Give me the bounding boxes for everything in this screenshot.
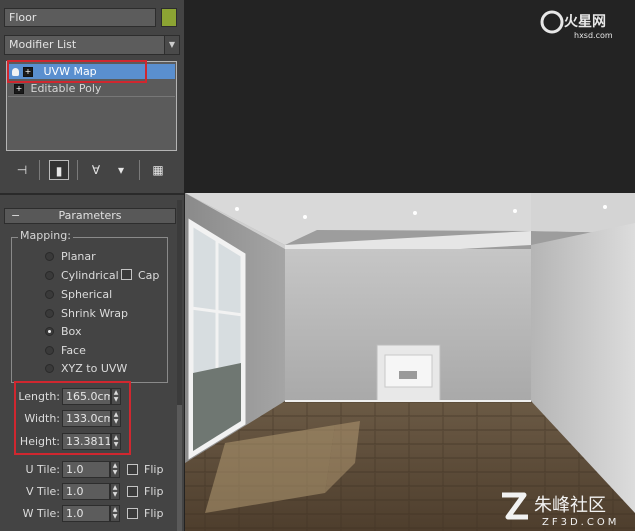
- panel-scrollbar-thumb[interactable]: [177, 405, 182, 531]
- v-tile-label: V Tile:: [26, 485, 60, 498]
- parameters-rollout-header[interactable]: − Parameters: [4, 208, 176, 224]
- window: [188, 218, 246, 460]
- hxsd-logo-text: 火星网: [564, 14, 606, 30]
- stack-toolbar: ⊣ ▮ ∀ ▾ ▦: [0, 156, 184, 184]
- rollout-title: Parameters: [58, 209, 122, 222]
- radio-label-cylindrical: Cylindrical: [61, 269, 119, 282]
- toolbar-divider: [77, 160, 78, 180]
- make-unique-icon[interactable]: ∀: [86, 160, 106, 180]
- pin-stack-icon[interactable]: ⊣: [12, 160, 32, 180]
- object-name-field[interactable]: Floor: [4, 8, 156, 27]
- toolbar-divider: [39, 160, 40, 180]
- w-tile-spinner[interactable]: ▲ ▼: [110, 505, 120, 522]
- w-flip-label: Flip: [144, 507, 164, 520]
- stack-item-label: Editable Poly: [30, 82, 102, 95]
- modifier-list-label: Modifier List: [9, 38, 77, 51]
- stack-item-editable-poly[interactable]: + Editable Poly: [8, 81, 175, 97]
- w-tile-label: W Tile:: [22, 507, 60, 520]
- radio-spherical[interactable]: [45, 290, 54, 299]
- object-color-swatch[interactable]: [161, 8, 177, 27]
- room-scene: [185, 193, 635, 531]
- radio-xyz-to-uvw[interactable]: [45, 364, 54, 373]
- show-end-result-icon[interactable]: ▮: [49, 160, 69, 180]
- v-tile-spinner[interactable]: ▲ ▼: [110, 483, 120, 500]
- radio-label-box: Box: [61, 325, 82, 338]
- chevron-down-icon[interactable]: ▼: [164, 36, 179, 54]
- expand-plus-icon[interactable]: +: [14, 83, 24, 94]
- radio-label-planar: Planar: [61, 250, 96, 263]
- toolbar-divider: [139, 160, 140, 180]
- remove-modifier-icon[interactable]: ▾: [111, 160, 131, 180]
- u-tile-spinner[interactable]: ▲ ▼: [110, 461, 120, 478]
- v-flip-checkbox[interactable]: [127, 486, 138, 497]
- v-tile-field[interactable]: 1.0: [62, 483, 110, 500]
- radio-label-xyz-to-uvw: XYZ to UVW: [61, 362, 128, 375]
- render-viewport[interactable]: [185, 193, 635, 531]
- radio-box[interactable]: [45, 327, 54, 336]
- cap-label: Cap: [138, 269, 160, 282]
- radio-cylindrical[interactable]: [45, 271, 54, 280]
- radio-face[interactable]: [45, 346, 54, 355]
- highlight-box-dimensions: [14, 381, 131, 455]
- radio-label-shrink-wrap: Shrink Wrap: [61, 307, 128, 320]
- hxsd-logo: 火星网 hxsd.com: [540, 10, 613, 40]
- u-flip-checkbox[interactable]: [127, 464, 138, 475]
- hxsd-logo-url: hxsd.com: [574, 31, 613, 40]
- radio-planar[interactable]: [45, 252, 54, 261]
- highlight-box-uvw-map: [7, 60, 147, 83]
- u-flip-label: Flip: [144, 463, 164, 476]
- mapping-group-label: Mapping:: [18, 229, 73, 243]
- configure-modifier-sets-icon[interactable]: ▦: [148, 160, 168, 180]
- cap-checkbox[interactable]: [121, 269, 132, 280]
- u-tile-field[interactable]: 1.0: [62, 461, 110, 478]
- zf3d-logo-url: ZF3D.COM: [542, 517, 619, 528]
- u-tile-label: U Tile:: [25, 463, 60, 476]
- radio-shrink-wrap[interactable]: [45, 309, 54, 318]
- zf3d-logo: 朱峰社区 ZF3D.COM: [502, 492, 619, 528]
- w-flip-checkbox[interactable]: [127, 508, 138, 519]
- radio-label-spherical: Spherical: [61, 288, 113, 301]
- modifier-list-dropdown[interactable]: Modifier List ▼: [4, 35, 180, 55]
- radio-label-face: Face: [61, 344, 86, 357]
- zf3d-logo-text: 朱峰社区: [534, 495, 606, 516]
- v-flip-label: Flip: [144, 485, 164, 498]
- w-tile-field[interactable]: 1.0: [62, 505, 110, 522]
- panel-divider: [0, 193, 184, 195]
- fireplace: [376, 344, 441, 402]
